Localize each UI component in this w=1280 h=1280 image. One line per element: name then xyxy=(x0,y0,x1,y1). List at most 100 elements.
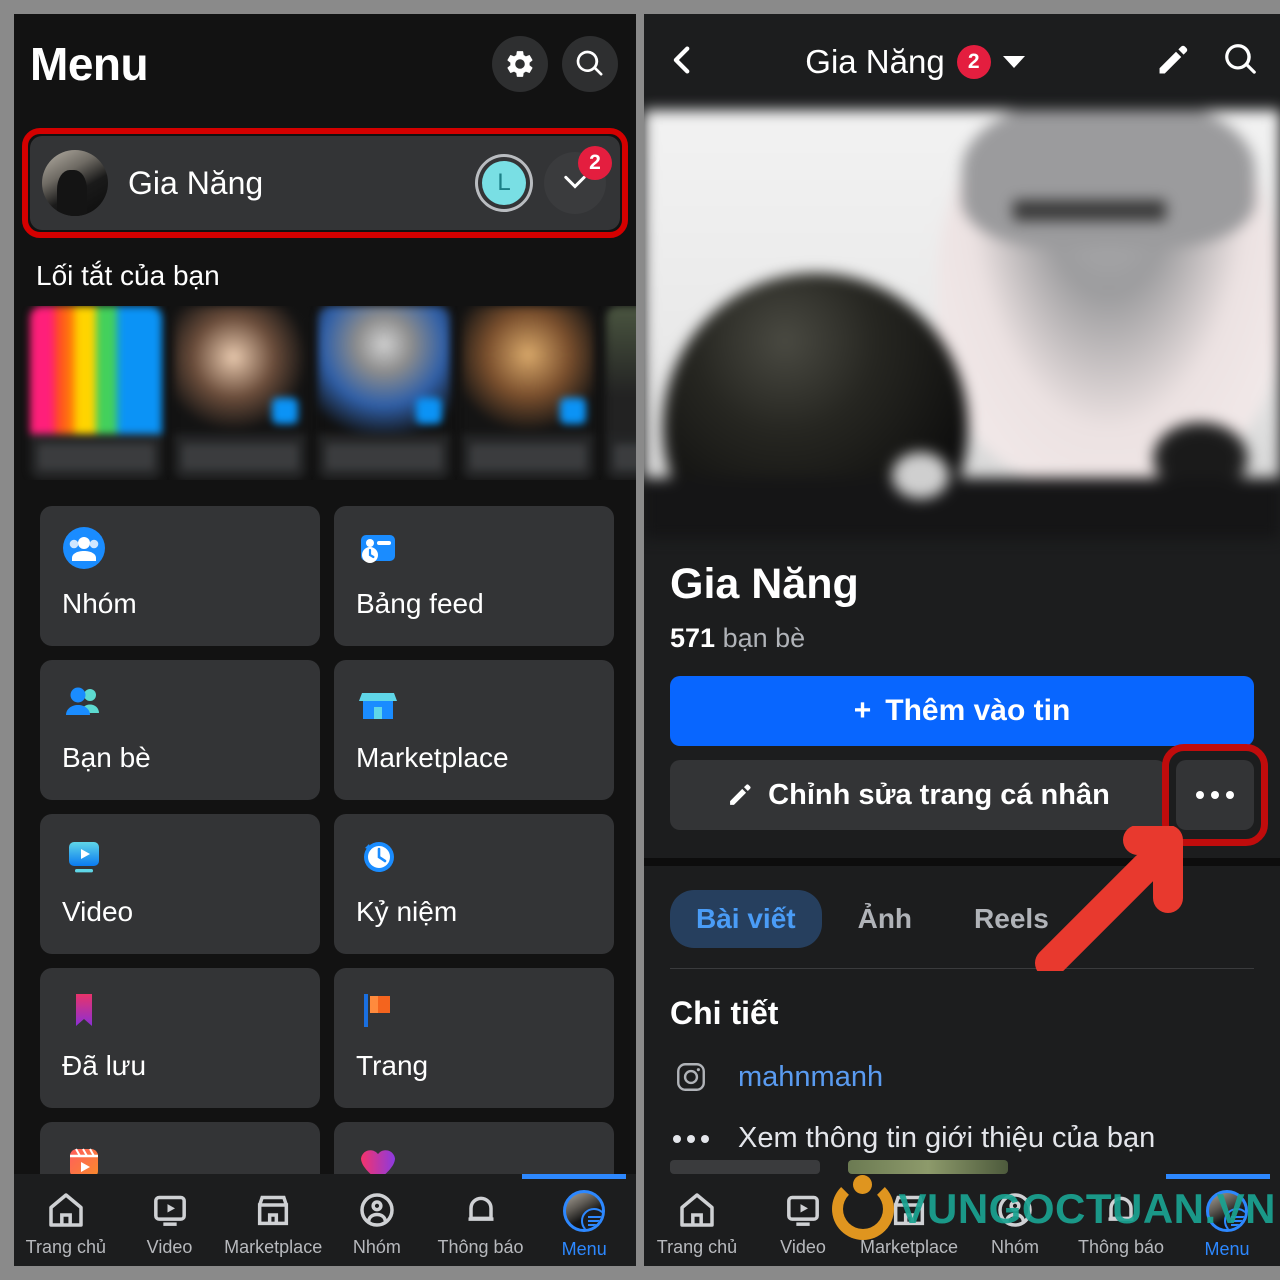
nav-label: Video xyxy=(146,1237,193,1257)
tab-reels[interactable]: Reels xyxy=(948,890,1075,948)
profile-title-group[interactable]: Gia Năng 2 xyxy=(706,43,1124,81)
menu-tile-saved[interactable]: Đã lưu xyxy=(40,968,320,1108)
nav-label: Thông báo xyxy=(437,1237,524,1257)
nav-item-home[interactable]: Trang chủ xyxy=(14,1190,118,1258)
screenshot-frame: Menu Gia Năng L 2 Lối tắt của bạn Nhóm B… xyxy=(0,0,1280,1280)
nav-label: Menu xyxy=(561,1239,607,1259)
nav-label: Marketplace xyxy=(224,1237,323,1257)
menu-tile-label: Kỷ niệm xyxy=(356,896,458,927)
menu-grid: Nhóm Bảng feed Bạn bè Marketplace Video … xyxy=(14,480,636,1262)
profile-header-title: Gia Năng xyxy=(805,43,945,80)
menu-tile-label: Bạn bè xyxy=(62,742,151,773)
edit-profile-button[interactable]: Chỉnh sửa trang cá nhân xyxy=(670,760,1166,830)
nav-item-marketplace[interactable]: Marketplace xyxy=(221,1190,325,1258)
menu-tile-label: Bảng feed xyxy=(356,588,484,619)
nav-item-notifications[interactable]: Thông báo xyxy=(1068,1190,1174,1258)
menu-tile-label: Video xyxy=(62,896,134,927)
notification-badge: 2 xyxy=(578,146,612,180)
nav-item-video[interactable]: Video xyxy=(750,1190,856,1258)
ellipsis-icon xyxy=(670,1134,712,1143)
menu-header: Menu xyxy=(14,14,636,114)
cover-photo[interactable] xyxy=(644,110,1280,538)
menu-avatar-icon xyxy=(1206,1190,1248,1232)
gear-icon[interactable] xyxy=(492,36,548,92)
pages-flag-icon xyxy=(356,988,400,1032)
menu-tile-label: Marketplace xyxy=(356,742,509,773)
shortcut-item[interactable] xyxy=(606,306,636,480)
detail-row[interactable]: mahnmanh xyxy=(644,1032,1280,1094)
saved-bookmark-icon xyxy=(62,988,106,1032)
search-icon[interactable] xyxy=(562,36,618,92)
nav-label: Marketplace xyxy=(859,1237,959,1257)
search-icon[interactable] xyxy=(1222,41,1260,84)
shortcut-item[interactable] xyxy=(30,306,162,480)
nav-item-groups[interactable]: Nhóm xyxy=(325,1190,429,1258)
pencil-icon[interactable] xyxy=(1154,41,1192,84)
shortcut-item[interactable] xyxy=(174,306,306,480)
shortcuts-title: Lối tắt của bạn xyxy=(36,260,220,291)
pencil-icon xyxy=(730,784,751,805)
menu-tab-underline xyxy=(522,1174,626,1179)
profile-switch-icon[interactable]: L xyxy=(462,141,546,225)
chevron-down-icon[interactable]: 2 xyxy=(544,146,612,214)
friends-icon xyxy=(62,680,106,724)
profile-screen: Gia Năng 2 Gia Năng 571 bạn bè + Thêm và… xyxy=(644,14,1280,1266)
menu-tile-marketplace[interactable]: Marketplace xyxy=(334,660,614,800)
see-about-info-label[interactable]: Xem thông tin giới thiệu của bạn xyxy=(738,1122,1155,1155)
page-title: Menu xyxy=(30,38,149,90)
instagram-handle[interactable]: mahnmanh xyxy=(738,1061,883,1094)
menu-screen: Menu Gia Năng L 2 Lối tắt của bạn Nhóm B… xyxy=(14,14,636,1266)
section-divider xyxy=(644,858,1280,866)
profile-display-name: Gia Năng xyxy=(670,560,859,608)
chevron-down-icon[interactable] xyxy=(1002,56,1025,68)
add-to-story-button[interactable]: + Thêm vào tin xyxy=(670,676,1254,746)
menu-tile-friends[interactable]: Bạn bè xyxy=(40,660,320,800)
menu-tile-label: Đã lưu xyxy=(62,1050,147,1081)
friends-count-row[interactable]: 571 bạn bè xyxy=(670,623,1254,654)
feeds-icon xyxy=(356,526,400,570)
menu-tile-memories[interactable]: Kỷ niệm xyxy=(334,814,614,954)
menu-tile-groups[interactable]: Nhóm xyxy=(40,506,320,646)
menu-avatar-icon xyxy=(563,1190,606,1232)
tab-posts[interactable]: Bài viết xyxy=(670,890,822,948)
instagram-icon xyxy=(670,1060,712,1094)
shortcut-item[interactable] xyxy=(462,306,594,480)
tab-photos[interactable]: Ảnh xyxy=(832,890,938,948)
avatar[interactable] xyxy=(42,150,108,216)
chevron-left-icon[interactable] xyxy=(666,43,706,82)
menu-tile-feeds[interactable]: Bảng feed xyxy=(334,506,614,646)
edit-profile-label: Chỉnh sửa trang cá nhân xyxy=(768,778,1110,811)
nav-item-home[interactable]: Trang chủ xyxy=(644,1190,750,1258)
profile-header: Gia Năng 2 xyxy=(644,14,1280,110)
profile-info: Gia Năng 571 bạn bè + Thêm vào tin Chỉnh… xyxy=(644,538,1280,846)
menu-tile-label: Nhóm xyxy=(62,588,137,619)
nav-item-menu[interactable]: Menu xyxy=(1174,1190,1280,1260)
detail-row[interactable]: Xem thông tin giới thiệu của bạn xyxy=(644,1094,1280,1155)
nav-label: Trang chủ xyxy=(656,1237,738,1257)
menu-tile-video[interactable]: Video xyxy=(40,814,320,954)
groups-icon xyxy=(62,526,106,570)
nav-item-groups[interactable]: Nhóm xyxy=(962,1190,1068,1258)
nav-item-notifications[interactable]: Thông báo xyxy=(429,1190,533,1258)
nav-label: Thông báo xyxy=(1077,1237,1165,1257)
profile-switcher-row[interactable]: Gia Năng L 2 xyxy=(30,136,620,230)
shortcut-item[interactable] xyxy=(318,306,450,480)
friends-label: bạn bè xyxy=(722,623,806,653)
details-heading: Chi tiết xyxy=(670,995,779,1031)
nav-item-marketplace[interactable]: Marketplace xyxy=(856,1190,962,1258)
shortcuts-strip[interactable] xyxy=(14,306,636,480)
bottom-navigation-bar: Trang chủ Video Marketplace Nhóm Thông b… xyxy=(644,1174,1280,1266)
add-to-story-label: Thêm vào tin xyxy=(885,694,1071,727)
profile-row-highlight: Gia Năng L 2 xyxy=(22,128,628,238)
more-options-button[interactable] xyxy=(1162,744,1268,846)
menu-tile-label: Trang xyxy=(356,1050,429,1081)
menu-tile-pages[interactable]: Trang xyxy=(334,968,614,1108)
profile-action-row: Chỉnh sửa trang cá nhân xyxy=(670,744,1268,846)
friends-count: 571 xyxy=(670,623,716,653)
profile-name: Gia Năng xyxy=(128,164,264,201)
marketplace-icon xyxy=(356,680,400,724)
nav-item-menu[interactable]: Menu xyxy=(532,1190,636,1260)
nav-item-video[interactable]: Video xyxy=(118,1190,222,1258)
nav-label: Menu xyxy=(1204,1239,1250,1259)
header-badge: 2 xyxy=(956,45,991,79)
